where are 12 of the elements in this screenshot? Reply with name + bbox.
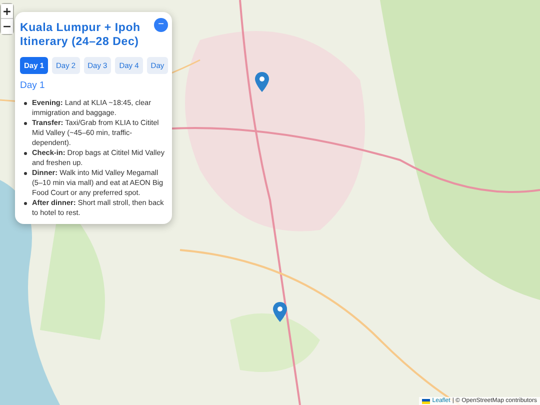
- bullet-icon: [24, 122, 27, 125]
- flag-icon: [422, 398, 430, 404]
- bullet-icon: [24, 152, 27, 155]
- bullet-icon: [24, 172, 27, 175]
- bullet-icon: [24, 202, 27, 205]
- bullet-icon: [24, 102, 27, 105]
- day-heading: Day 1: [20, 80, 46, 91]
- panel-title: Kuala Lumpur + Ipoh Itinerary (24–28 Dec): [20, 21, 142, 49]
- zoom-button[interactable]: +: [1, 4, 13, 19]
- collapse-button[interactable]: −: [154, 18, 168, 32]
- map-marker-icon[interactable]: [273, 302, 287, 322]
- map-marker-icon[interactable]: [255, 72, 269, 92]
